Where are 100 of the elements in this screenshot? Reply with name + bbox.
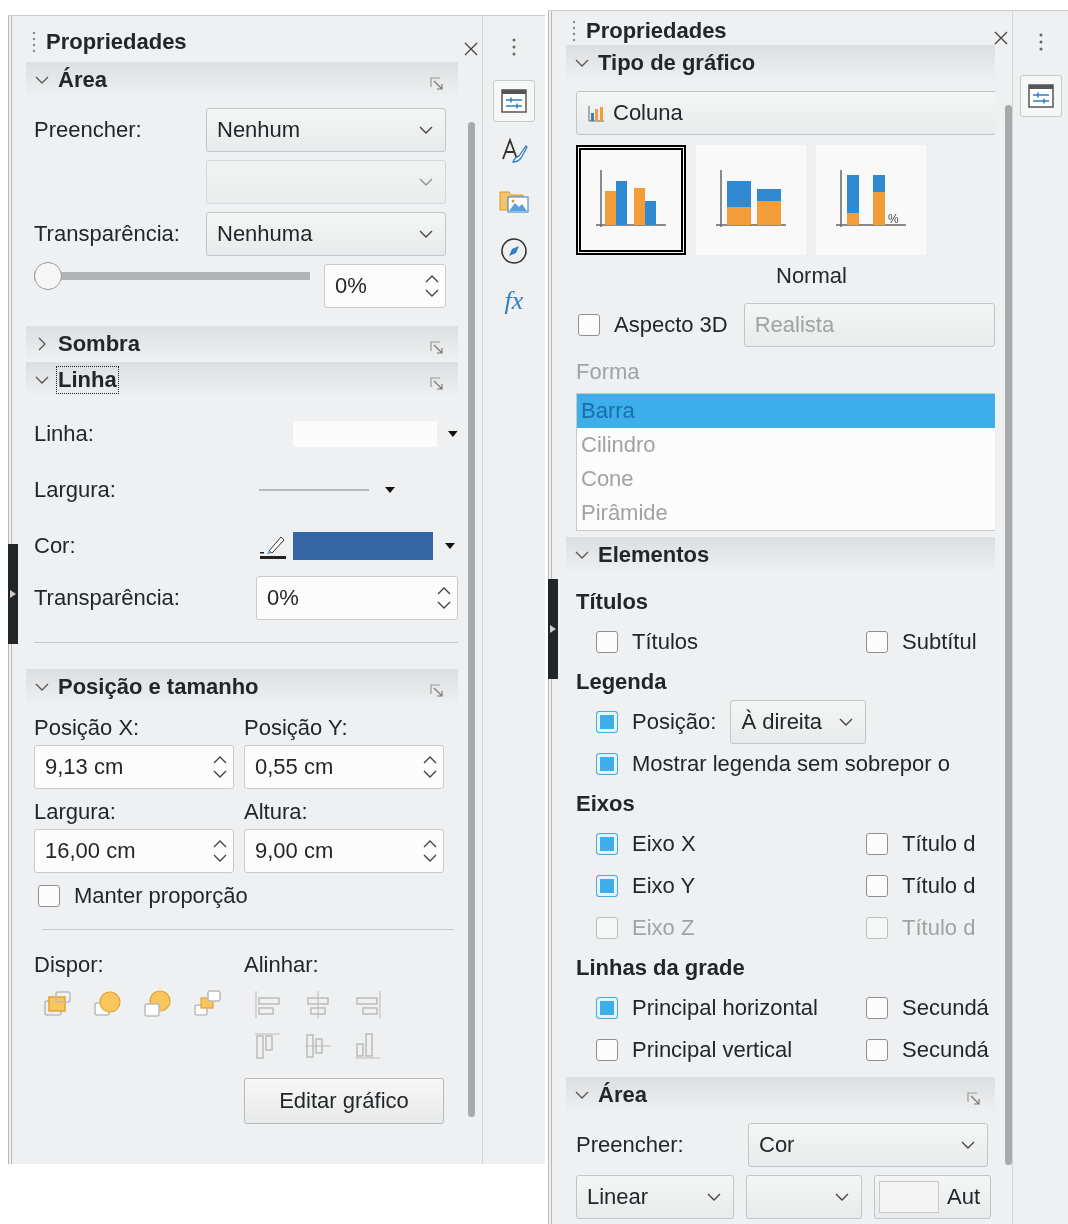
section-title: Posição e tamanho xyxy=(57,673,260,701)
checkbox-label: Título d xyxy=(902,831,976,857)
close-icon[interactable] xyxy=(994,31,1008,45)
chart-type-dropdown[interactable]: Coluna xyxy=(576,91,996,135)
field-label: Altura: xyxy=(244,799,309,825)
spin-arrows-icon[interactable] xyxy=(423,839,437,863)
spin-field[interactable]: 0,55 cm xyxy=(244,745,444,789)
chevron-down-icon xyxy=(839,718,853,726)
checkbox-label: Principal horizontal xyxy=(632,995,818,1021)
dropdown[interactable]: Cor xyxy=(748,1123,988,1167)
checkbox-label: Principal vertical xyxy=(632,1037,793,1063)
checkbox[interactable] xyxy=(596,711,618,733)
dropdown[interactable]: Nenhum xyxy=(206,108,446,152)
section-title: Tipo de gráfico xyxy=(597,49,757,77)
grip-icon[interactable] xyxy=(572,19,576,43)
spin-field[interactable]: 9,00 cm xyxy=(244,829,444,873)
field-label: Posição Y: xyxy=(244,715,349,741)
field-label: Posição X: xyxy=(34,715,141,741)
field-label: Preencher: xyxy=(576,1132,685,1158)
collapse-handle[interactable] xyxy=(548,579,558,679)
collapse-handle[interactable] xyxy=(8,544,18,644)
checkbox-label: Aspecto 3D xyxy=(614,312,728,338)
menu-icon[interactable] xyxy=(512,38,516,56)
spin-field[interactable]: 16,00 cm xyxy=(34,829,234,873)
edit-chart-button[interactable]: Editar gráfico xyxy=(244,1078,444,1124)
dropdown-arrow-icon[interactable] xyxy=(448,431,458,437)
field-label: Transparência: xyxy=(34,221,181,247)
panel-title: Propriedades xyxy=(46,29,187,55)
checkbox[interactable] xyxy=(596,1039,618,1061)
more-options-icon[interactable] xyxy=(430,341,444,355)
group-heading: Eixos xyxy=(576,791,636,817)
spin-field[interactable]: 9,13 cm xyxy=(34,745,234,789)
square-over-circle-icon[interactable] xyxy=(142,988,174,1020)
spin-arrows-icon[interactable] xyxy=(423,755,437,779)
field-label: Transparência: xyxy=(34,585,181,611)
compass-icon xyxy=(500,237,528,265)
checkbox[interactable] xyxy=(596,833,618,855)
chevron-down-icon xyxy=(961,1141,975,1149)
spin-arrows-icon[interactable] xyxy=(437,586,451,610)
checkbox[interactable] xyxy=(866,833,888,855)
checkbox-label: Posição: xyxy=(632,709,717,735)
checkbox[interactable] xyxy=(866,997,888,1019)
field-label: Alinhar: xyxy=(244,952,320,978)
spin-arrows-icon[interactable] xyxy=(213,839,227,863)
field-label: Largura: xyxy=(34,799,117,825)
section-title: Área xyxy=(57,66,108,94)
field-label: Dispor: xyxy=(34,952,105,978)
group-heading: Legenda xyxy=(576,669,668,695)
close-icon[interactable] xyxy=(464,42,478,56)
sliders-icon xyxy=(1027,84,1054,108)
spin-arrows-icon[interactable] xyxy=(213,755,227,779)
field-label: Cor: xyxy=(34,533,77,559)
chart-variant-tile[interactable] xyxy=(576,145,686,255)
checkbox-label: Secundá xyxy=(902,1037,989,1063)
more-options-icon[interactable] xyxy=(430,684,444,698)
color-dropdown[interactable]: Aut xyxy=(874,1175,991,1219)
field-label: Largura: xyxy=(34,477,117,503)
checkbox-label: Manter proporção xyxy=(74,883,248,909)
more-options-icon[interactable] xyxy=(967,1092,982,1106)
checkbox[interactable] xyxy=(38,885,60,907)
sidebar-tab[interactable]: fx xyxy=(493,280,535,322)
scrollbar[interactable] xyxy=(468,122,475,1117)
checkbox[interactable] xyxy=(866,875,888,897)
field-label: Linha: xyxy=(34,421,95,447)
dropdown-arrow-icon[interactable] xyxy=(385,487,395,493)
checkbox-label: Eixo X xyxy=(632,831,696,857)
chart-variant-tile[interactable]: % xyxy=(816,145,926,255)
dropdown-arrow-icon[interactable] xyxy=(445,543,455,549)
spin-field[interactable]: 0% xyxy=(324,264,446,308)
color-swatch[interactable] xyxy=(293,532,433,560)
sidebar-tab[interactable] xyxy=(1019,75,1062,117)
function-icon: fx xyxy=(504,286,524,316)
grip-icon[interactable] xyxy=(32,30,36,54)
variant-label: Normal xyxy=(776,263,847,288)
checkbox[interactable] xyxy=(596,631,618,653)
sidebar-tab[interactable] xyxy=(493,80,535,122)
dropdown[interactable]: Linear xyxy=(576,1175,734,1219)
scrollbar[interactable] xyxy=(1005,105,1012,1165)
dropdown[interactable]: Nenhuma xyxy=(206,212,446,256)
checkbox[interactable] xyxy=(578,314,600,336)
slider-thumb[interactable] xyxy=(34,262,62,290)
checkbox[interactable] xyxy=(866,1039,888,1061)
panel-title: Propriedades xyxy=(586,18,727,44)
chart-variant-tile[interactable] xyxy=(696,145,806,255)
checkbox[interactable] xyxy=(596,997,618,1019)
checkbox[interactable] xyxy=(596,875,618,897)
menu-icon[interactable] xyxy=(1038,33,1043,51)
spin-field[interactable]: 0% xyxy=(256,576,458,620)
bar-chart-icon xyxy=(587,104,605,122)
checkbox[interactable] xyxy=(596,753,618,775)
dropdown[interactable] xyxy=(746,1175,862,1219)
more-options-icon[interactable] xyxy=(430,377,444,391)
checkbox-label: Título d xyxy=(902,873,976,899)
checkbox-label: Eixo Z xyxy=(632,915,695,941)
chevron-down-icon xyxy=(419,126,433,134)
chevron-down-icon xyxy=(835,1193,849,1201)
checkbox[interactable] xyxy=(866,631,888,653)
spin-arrows-icon[interactable] xyxy=(425,274,439,298)
dropdown[interactable]: À direita xyxy=(730,700,866,744)
more-options-icon[interactable] xyxy=(430,77,444,91)
